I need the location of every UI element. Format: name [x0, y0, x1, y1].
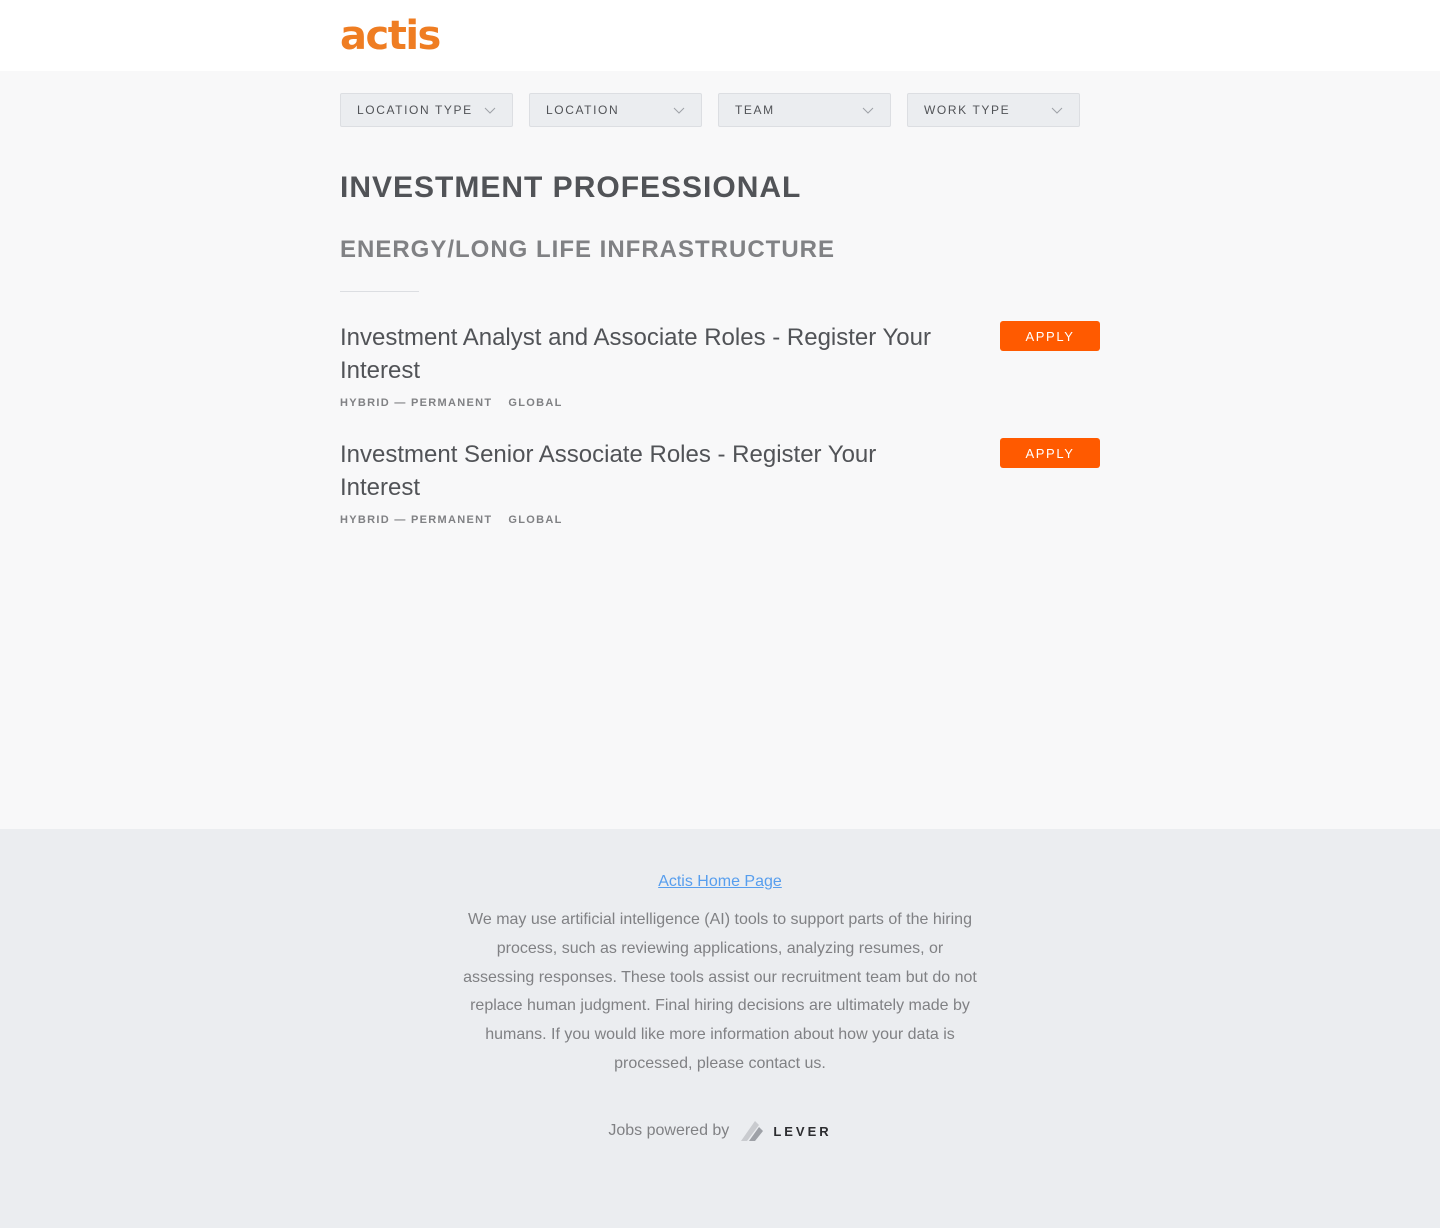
filter-label: LOCATION TYPE: [357, 103, 473, 117]
posting-meta: HYBRID — PERMANENT GLOBAL: [340, 514, 1100, 526]
filter-team[interactable]: TEAM: [718, 93, 891, 127]
apply-button[interactable]: APPLY: [1000, 438, 1100, 468]
department-heading: INVESTMENT PROFESSIONAL: [340, 171, 802, 204]
filter-label: WORK TYPE: [924, 103, 1011, 117]
posting-title-link[interactable]: Investment Analyst and Associate Roles -…: [340, 321, 950, 387]
chevron-down-icon: [484, 107, 496, 114]
team-heading: ENERGY/LONG LIFE INFRASTRUCTURE: [340, 236, 836, 263]
chevron-down-icon: [673, 107, 685, 114]
lever-logo-icon: [741, 1121, 764, 1141]
home-page-link[interactable]: Actis Home Page: [658, 873, 782, 890]
posting-title-link[interactable]: Investment Senior Associate Roles - Regi…: [340, 438, 960, 504]
postings-area: LOCATION TYPE LOCATION TEAM WORK TYPE IN…: [0, 71, 1440, 829]
filter-location[interactable]: LOCATION: [529, 93, 702, 127]
powered-by: Jobs powered by LEVER: [0, 1119, 1440, 1143]
chevron-down-icon: [862, 107, 874, 114]
apply-button[interactable]: APPLY: [1000, 321, 1100, 351]
lever-wordmark: LEVER: [773, 1123, 832, 1139]
posting-location: GLOBAL: [508, 514, 563, 526]
posting-item: Investment Analyst and Associate Roles -…: [340, 321, 1100, 409]
filter-bar: LOCATION TYPE LOCATION TEAM WORK TYPE: [340, 93, 1080, 127]
posting-meta: HYBRID — PERMANENT GLOBAL: [340, 397, 1100, 409]
section-divider: [340, 291, 419, 292]
ai-disclaimer: We may use artificial intelligence (AI) …: [463, 911, 977, 1072]
top-bar: actis: [0, 0, 1440, 71]
lever-link[interactable]: LEVER: [739, 1119, 831, 1143]
home-link-wrap: Actis Home Page: [0, 873, 1440, 891]
filter-work-type[interactable]: WORK TYPE: [907, 93, 1080, 127]
powered-by-text: Jobs powered by: [608, 1122, 730, 1139]
filter-location-type[interactable]: LOCATION TYPE: [340, 93, 513, 127]
footer: Actis Home Page We may use artificial in…: [0, 829, 1440, 1228]
actis-logo[interactable]: actis: [340, 12, 441, 60]
filter-label: TEAM: [735, 103, 775, 117]
posting-commitment: HYBRID — PERMANENT: [340, 397, 493, 409]
chevron-down-icon: [1051, 107, 1063, 114]
posting-location: GLOBAL: [508, 397, 563, 409]
posting-item: Investment Senior Associate Roles - Regi…: [340, 438, 1100, 526]
posting-commitment: HYBRID — PERMANENT: [340, 514, 493, 526]
filter-label: LOCATION: [546, 103, 620, 117]
